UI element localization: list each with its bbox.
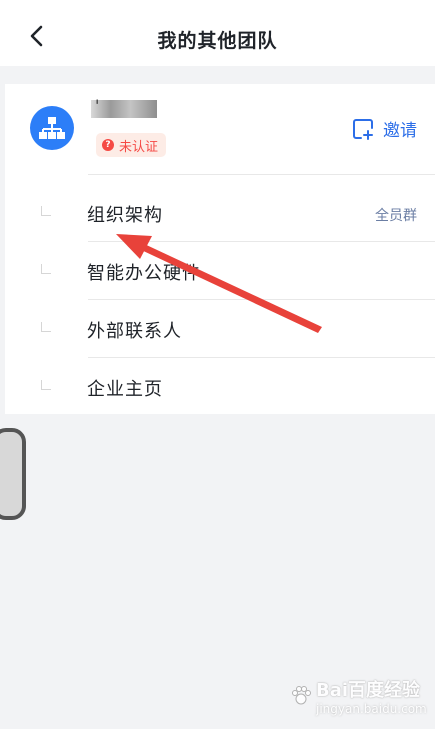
menu-item-external-contacts[interactable]: 外部联系人 [5,300,435,358]
menu-item-label: 企业主页 [87,379,163,400]
menu-item-org-structure[interactable]: 组织架构 全员群 [5,184,435,242]
page-title: 我的其他团队 [157,30,278,52]
tree-branch-icon [41,206,51,216]
watermark-text: Bai百度经验 [316,680,421,701]
menu-item-label: 智能办公硬件 [87,263,201,284]
paw-icon [292,686,311,705]
invite-label: 邀请 [383,121,417,141]
tree-branch-icon [41,380,51,390]
add-member-icon [353,118,373,140]
menu-item-company-homepage[interactable]: 企业主页 [5,358,435,416]
menu-item-smart-hardware[interactable]: 智能办公硬件 [5,242,435,300]
team-avatar [30,106,74,150]
menu-item-label: 外部联系人 [87,321,182,342]
watermark-url: jingyan.baidu.com [316,702,427,716]
invite-button[interactable]: 邀请 [351,116,417,141]
team-header[interactable]: ' ? 未认证 邀请 [5,84,435,174]
top-bar: 我的其他团队 [0,0,435,66]
team-name-redacted [91,100,157,118]
org-chart-icon [39,117,65,139]
all-staff-group-link[interactable]: 全员群 [375,205,417,225]
watermark: Bai百度经验 jingyan.baidu.com [290,676,427,716]
question-circle-icon: ? [102,139,114,151]
status-badge: ? 未认证 [96,133,167,157]
tree-branch-icon [41,322,51,332]
team-card: ' ? 未认证 邀请 组织架构 全员群 智能办公硬件 外部联系人 企业主页 [5,84,435,414]
tree-branch-icon [41,264,51,274]
edge-decoration [0,428,26,520]
status-badge-label: 未认证 [119,139,159,155]
team-name-visible-fragment: ' [95,96,100,115]
menu-item-label: 组织架构 [87,205,163,226]
divider [88,174,435,175]
